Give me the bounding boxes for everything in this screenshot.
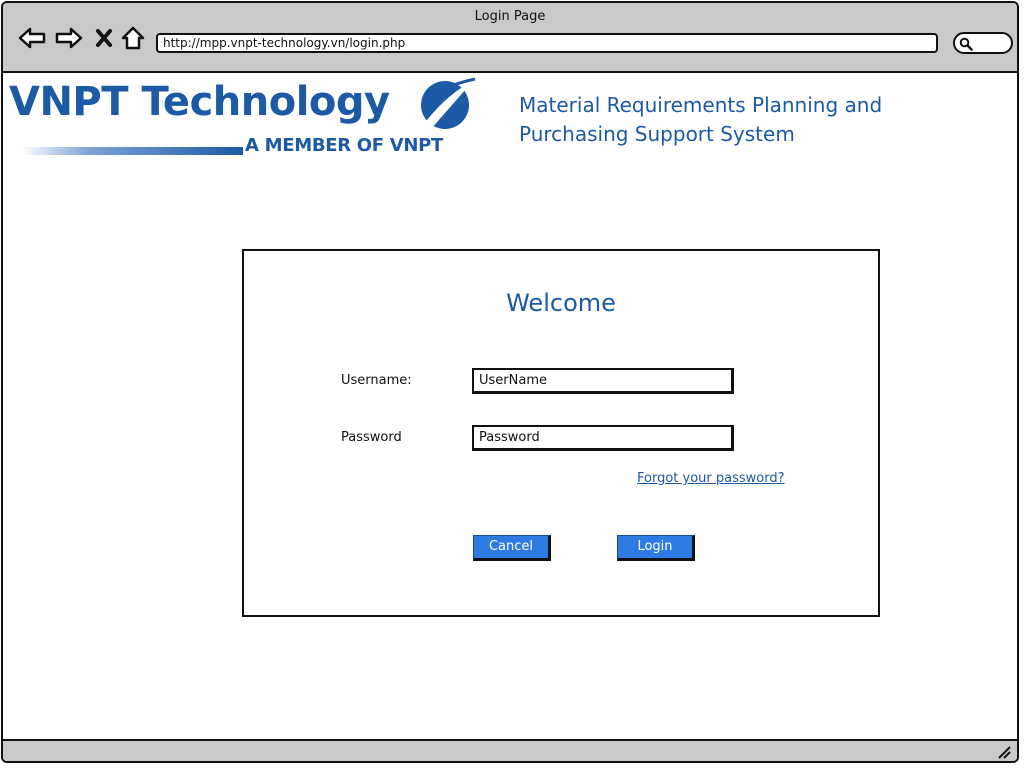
logo-name: VNPT Technology bbox=[9, 79, 390, 125]
browser-search-box[interactable] bbox=[953, 32, 1013, 54]
login-button[interactable]: Login bbox=[617, 535, 695, 561]
status-bar bbox=[3, 739, 1017, 761]
vnpt-technology-logo: VNPT Technology A MEMBER OF VNPT bbox=[9, 77, 479, 161]
window-title: Login Page bbox=[474, 9, 546, 24]
logo-swoosh-icon bbox=[421, 77, 476, 129]
logo-divider-line bbox=[21, 147, 243, 155]
url-input[interactable]: http://mpp.vnpt-technology.vn/login.php bbox=[156, 33, 938, 53]
login-form: Welcome Username: Password Forgot your p… bbox=[242, 249, 880, 617]
password-label: Password bbox=[341, 430, 402, 445]
browser-window: Login Page http://mpp.vnpt-technology.vn… bbox=[1, 1, 1019, 763]
browser-toolbar: Login Page http://mpp.vnpt-technology.vn… bbox=[3, 3, 1017, 73]
username-input[interactable] bbox=[472, 368, 734, 394]
welcome-heading: Welcome bbox=[506, 289, 616, 317]
system-title: Material Requirements Planning and Purch… bbox=[519, 91, 959, 149]
forgot-password-link[interactable]: Forgot your password? bbox=[637, 471, 785, 486]
back-arrow-icon[interactable] bbox=[17, 25, 47, 51]
username-label: Username: bbox=[341, 373, 412, 388]
forward-arrow-icon[interactable] bbox=[54, 25, 84, 51]
system-title-line-1: Material Requirements Planning and bbox=[519, 93, 883, 117]
home-icon[interactable] bbox=[119, 25, 147, 51]
password-input[interactable] bbox=[472, 425, 734, 451]
cancel-button[interactable]: Cancel bbox=[473, 535, 551, 561]
search-icon bbox=[959, 37, 973, 51]
close-icon[interactable] bbox=[93, 25, 115, 51]
system-title-line-2: Purchasing Support System bbox=[519, 122, 795, 146]
resize-grip-icon[interactable] bbox=[997, 745, 1011, 759]
logo-tagline: A MEMBER OF VNPT bbox=[245, 135, 443, 156]
